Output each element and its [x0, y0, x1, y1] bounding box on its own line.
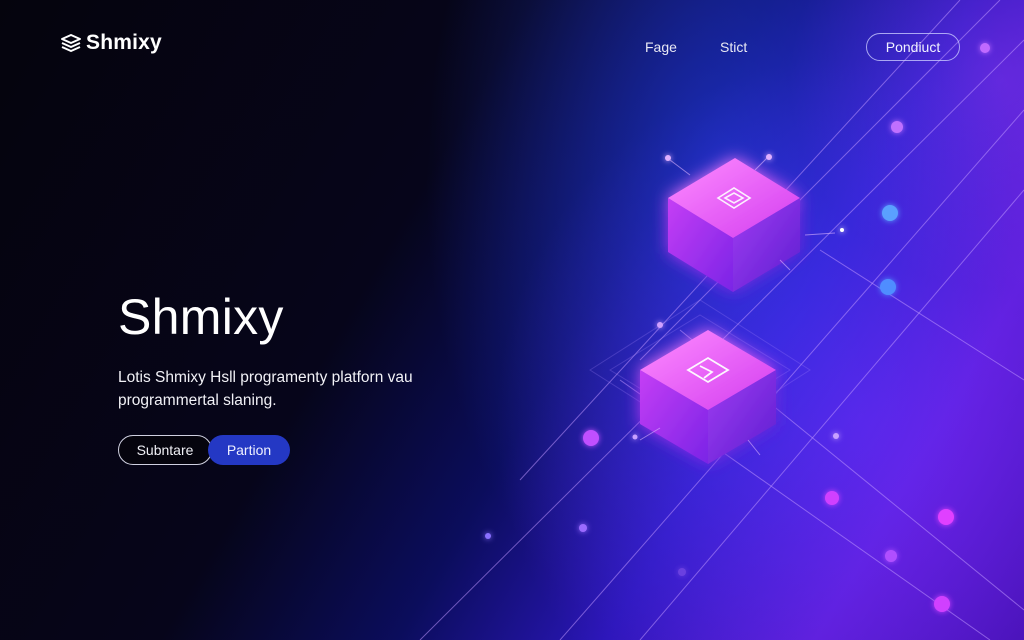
brand-logo[interactable]: Shmixy — [60, 31, 162, 55]
brand-name: Shmixy — [86, 31, 162, 54]
primary-outline-button[interactable]: Subntare — [118, 435, 212, 465]
hero-subtitle-line-2: programmertal slaning. — [118, 392, 277, 409]
main-nav: Fage Stict Pondiuct — [645, 33, 960, 61]
layers-icon — [61, 34, 81, 52]
hero-title: Shmixy — [118, 289, 284, 345]
lower-cube — [640, 330, 776, 464]
hero-actions: Subntare Partion — [118, 435, 318, 465]
upper-cube — [668, 158, 800, 292]
site-header: Shmixy Fage Stict Pondiuct — [0, 0, 1024, 90]
nav-link-fage[interactable]: Fage — [645, 39, 677, 55]
secondary-filled-button[interactable]: Partion — [208, 435, 290, 465]
nav-link-stict[interactable]: Stict — [720, 39, 747, 55]
hero-section: Shmixy Lotis Shmixy Hsll programenty pla… — [118, 286, 518, 412]
hero-subtitle-line-1: Lotis Shmixy Hsll programenty platforn v… — [118, 369, 413, 386]
network-nodes — [485, 43, 990, 612]
hero-subtitle: Lotis Shmixy Hsll programenty platforn v… — [118, 366, 518, 412]
nav-cta-button[interactable]: Pondiuct — [866, 33, 960, 61]
